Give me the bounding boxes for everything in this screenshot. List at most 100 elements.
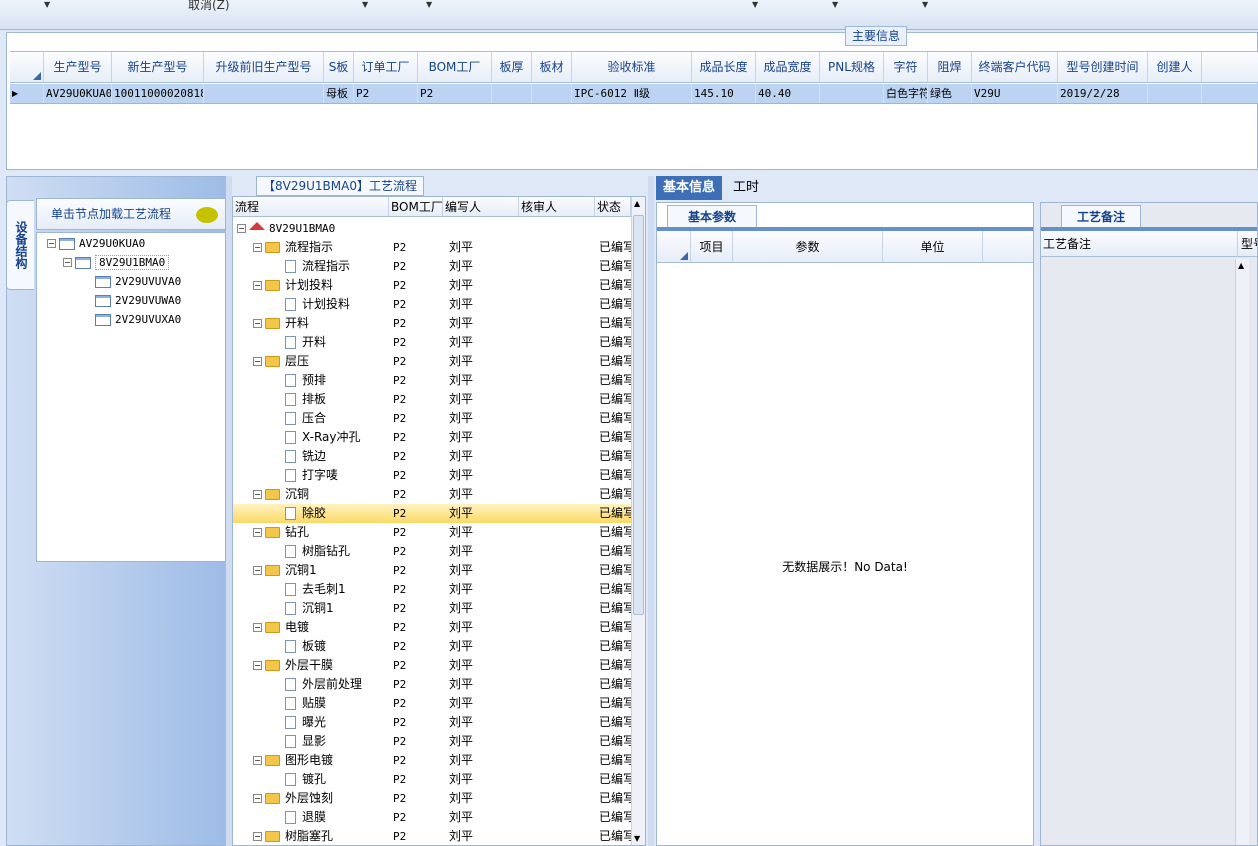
flow-row[interactable]: 贴膜 P2 刘平 已编写 [233, 694, 631, 713]
flow-scrollbar[interactable]: ▲ ▼ [631, 197, 645, 845]
col-header[interactable]: 型号创建时间 [1058, 52, 1148, 82]
collapse-icon[interactable]: − [253, 623, 262, 632]
flow-row[interactable]: 计划投料 P2 刘平 已编写 [233, 295, 631, 314]
col-header[interactable]: 阻焊 [928, 52, 972, 82]
col-header[interactable]: 创建人 [1148, 52, 1202, 82]
flow-row[interactable]: 压合 P2 刘平 已编写 [233, 409, 631, 428]
flow-row[interactable]: 曝光 P2 刘平 已编写 [233, 713, 631, 732]
tree-node[interactable]: 2V29UVUVA0 [95, 272, 181, 290]
grid-corner[interactable] [657, 231, 691, 262]
tab-basic-params[interactable]: 基本参数 [667, 205, 757, 227]
flow-row[interactable]: 除胶 P2 刘平 已编写 [233, 504, 631, 523]
col-header[interactable]: 订单工厂 [354, 52, 418, 82]
flow-row[interactable]: 预排 P2 刘平 已编写 [233, 371, 631, 390]
tree-node[interactable]: −8V29U1BMA0 [63, 253, 170, 271]
col-remarks[interactable]: 工艺备注 [1043, 231, 1091, 257]
col-header[interactable]: 板材 [532, 52, 572, 82]
flow-row[interactable]: 沉铜1 P2 刘平 已编写 [233, 599, 631, 618]
dropdown-arrow-icon[interactable]: ▼ [362, 0, 368, 9]
flow-row[interactable]: − 树脂塞孔 P2 刘平 已编写 [233, 827, 631, 846]
flow-row[interactable]: − 沉铜 P2 刘平 已编写 [233, 485, 631, 504]
col-flow[interactable]: 流程 [233, 197, 389, 216]
col-header[interactable]: 新生产型号 [112, 52, 204, 82]
flow-row[interactable]: − 外层蚀刻 P2 刘平 已编写 [233, 789, 631, 808]
collapse-icon[interactable]: − [253, 243, 262, 252]
grid-corner[interactable] [10, 52, 44, 82]
collapse-icon[interactable]: − [253, 357, 262, 366]
tree-node[interactable]: 2V29UVUXA0 [95, 310, 181, 328]
collapse-icon[interactable]: − [253, 756, 262, 765]
collapse-icon[interactable]: − [253, 528, 262, 537]
collapse-icon[interactable]: − [63, 258, 72, 267]
middle-splitter[interactable] [648, 176, 654, 846]
col-header[interactable]: 成品长度 [692, 52, 756, 82]
flow-row[interactable]: − 开料 P2 刘平 已编写 [233, 314, 631, 333]
flow-row[interactable]: − 沉铜1 P2 刘平 已编写 [233, 561, 631, 580]
col-reviewer[interactable]: 核审人 [519, 197, 595, 216]
collapse-icon[interactable]: − [253, 281, 262, 290]
tab-process-remarks[interactable]: 工艺备注 [1061, 205, 1141, 227]
tree-node[interactable]: − AV29U0KUA0 [47, 234, 145, 252]
col-header[interactable]: BOM工厂 [418, 52, 492, 82]
col-status[interactable]: 状态 [595, 197, 631, 216]
tab-basic-info[interactable]: 基本信息 [656, 176, 723, 200]
col-header[interactable]: 成品宽度 [756, 52, 820, 82]
flow-row[interactable]: − 钻孔 P2 刘平 已编写 [233, 523, 631, 542]
col-header[interactable]: 字符 [884, 52, 928, 82]
col-header[interactable]: 终端客户代码 [972, 52, 1058, 82]
col-header[interactable]: S板 [324, 52, 354, 82]
col-model[interactable]: 型号 [1237, 231, 1257, 257]
dropdown-arrow-icon[interactable]: ▼ [426, 0, 432, 9]
flow-row[interactable]: 板镀 P2 刘平 已编写 [233, 637, 631, 656]
dropdown-arrow-icon[interactable]: ▼ [752, 0, 758, 9]
remarks-scrollbar[interactable]: ▲ [1235, 259, 1249, 845]
cancel-button[interactable]: 取消(Z) [188, 0, 230, 13]
flow-row[interactable]: 外层前处理 P2 刘平 已编写 [233, 675, 631, 694]
col-param[interactable]: 参数 [733, 231, 883, 262]
flow-row[interactable]: 退膜 P2 刘平 已编写 [233, 808, 631, 827]
flow-row[interactable]: − 外层干膜 P2 刘平 已编写 [233, 656, 631, 675]
scroll-up-icon[interactable]: ▲ [1238, 261, 1244, 270]
col-header[interactable]: 板厚 [492, 52, 532, 82]
collapse-icon[interactable]: − [253, 566, 262, 575]
flow-row[interactable]: 显影 P2 刘平 已编写 [233, 732, 631, 751]
dropdown-arrow-icon[interactable]: ▼ [922, 0, 928, 9]
flow-row[interactable]: 树脂钻孔 P2 刘平 已编写 [233, 542, 631, 561]
tab-work-hours[interactable]: 工时 [726, 176, 766, 200]
flow-row[interactable]: − 层压 P2 刘平 已编写 [233, 352, 631, 371]
flow-root-row[interactable]: −8V29U1BMA0 [233, 219, 631, 238]
dropdown-arrow-icon[interactable]: ▼ [832, 0, 838, 9]
flow-row[interactable]: 打字唛 P2 刘平 已编写 [233, 466, 631, 485]
scroll-down-icon[interactable]: ▼ [634, 834, 640, 843]
flow-row[interactable]: 镀孔 P2 刘平 已编写 [233, 770, 631, 789]
tab-equipment-structure[interactable]: 设备结构 [6, 200, 34, 290]
scroll-thumb[interactable] [633, 215, 644, 615]
col-header[interactable]: 验收标准 [572, 52, 692, 82]
flow-row[interactable]: 排板 P2 刘平 已编写 [233, 390, 631, 409]
flow-row[interactable]: − 流程指示 P2 刘平 已编写 [233, 238, 631, 257]
flow-row[interactable]: − 电镀 P2 刘平 已编写 [233, 618, 631, 637]
col-writer[interactable]: 编写人 [443, 197, 519, 216]
tree-node[interactable]: 2V29UVUWA0 [95, 291, 181, 309]
flow-row[interactable]: 铣边 P2 刘平 已编写 [233, 447, 631, 466]
dropdown-arrow-icon[interactable]: ▼ [44, 0, 50, 9]
scroll-up-icon[interactable]: ▲ [634, 199, 640, 208]
flow-row[interactable]: 开料 P2 刘平 已编写 [233, 333, 631, 352]
collapse-icon[interactable]: − [237, 224, 246, 233]
main-grid-row[interactable]: ▶ AV29U0KUA0 10011000020818 母板 P2 P2 IPC-6012… [10, 84, 1258, 104]
col-bom-factory[interactable]: BOM工厂 [389, 197, 443, 216]
flow-row[interactable]: 去毛刺1 P2 刘平 已编写 [233, 580, 631, 599]
collapse-icon[interactable]: − [253, 832, 262, 841]
collapse-icon[interactable]: − [253, 794, 262, 803]
collapse-icon[interactable]: − [253, 319, 262, 328]
flow-row[interactable]: X-Ray冲孔 P2 刘平 已编写 [233, 428, 631, 447]
flow-row[interactable]: 流程指示 P2 刘平 已编写 [233, 257, 631, 276]
flow-row[interactable]: − 图形电镀 P2 刘平 已编写 [233, 751, 631, 770]
collapse-icon[interactable]: − [253, 490, 262, 499]
col-header[interactable]: 生产型号 [44, 52, 112, 82]
col-header[interactable]: 升级前旧生产型号 [204, 52, 324, 82]
collapse-icon[interactable]: − [253, 661, 262, 670]
flow-row[interactable]: − 计划投料 P2 刘平 已编写 [233, 276, 631, 295]
col-unit[interactable]: 单位 [883, 231, 983, 262]
col-item[interactable]: 项目 [691, 231, 733, 262]
